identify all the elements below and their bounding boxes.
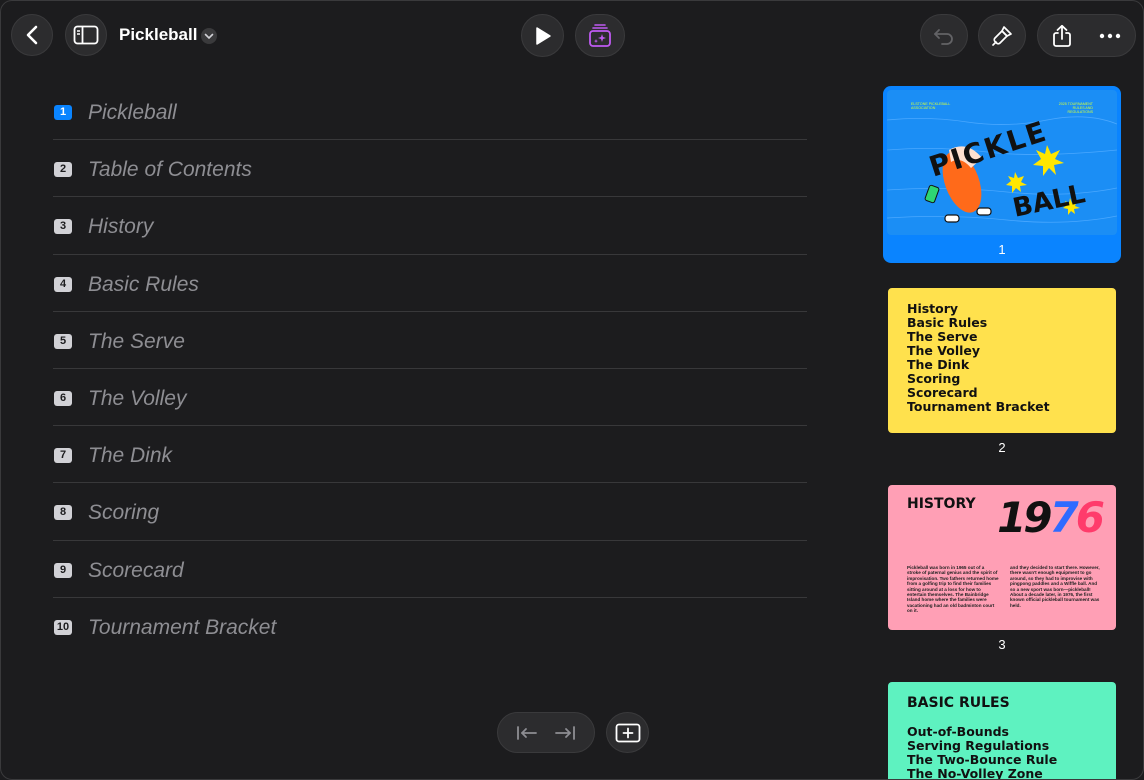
rules-line: Out-of-Bounds — [907, 724, 1009, 739]
slide-preview: HISTORY 1976 Pickleball was born in 1965… — [888, 485, 1116, 630]
slide-number-badge: 6 — [54, 390, 72, 406]
outline-row-label[interactable]: Scorecard — [88, 559, 184, 583]
rules-line: Serving Regulations — [907, 738, 1050, 753]
history-column-left: Pickleball was born in 1965 out of a str… — [907, 565, 999, 614]
year-part: 7 — [1049, 493, 1079, 542]
slide-number-badge: 5 — [54, 333, 72, 349]
rules-list: Out-of-Bounds Serving Regulations The Tw… — [907, 725, 1057, 780]
outline-row-label[interactable]: History — [88, 215, 153, 239]
toc-line: Basic Rules — [907, 315, 988, 330]
outline-row-label[interactable]: Scoring — [88, 501, 159, 525]
outline-row[interactable]: 9 Scorecard — [53, 541, 807, 598]
indent-controls — [497, 712, 595, 753]
outline-row[interactable]: 6 The Volley — [53, 369, 807, 427]
app-window: Pickleball 1 Pickleball 2 Table of Content… — [0, 0, 1144, 780]
toc-line: The Serve — [907, 329, 978, 344]
outline-row[interactable]: 1 Pickleball — [53, 83, 807, 141]
slide-preview: History Basic Rules The Serve The Volley… — [888, 288, 1116, 433]
slide-number-badge: 1 — [54, 105, 72, 120]
share-button[interactable] — [1038, 15, 1086, 56]
slide-number-badge: 2 — [54, 162, 72, 178]
rules-line: The No-Volley Zone — [907, 766, 1043, 780]
chevron-left-icon — [26, 25, 38, 45]
slide-year-text: 1976 — [997, 493, 1105, 542]
share-more-group — [1037, 14, 1136, 57]
slide-number: 1 — [998, 242, 1006, 257]
slide-number-badge: 10 — [54, 619, 72, 635]
toc-line: The Volley — [907, 343, 981, 358]
slide-thumbnail[interactable]: ELSTONE PICKLEBALL ASSOCIATION 2025 TOUR… — [883, 86, 1121, 263]
slide-number-badge: 9 — [54, 562, 72, 578]
outline-row[interactable]: 10 Tournament Bracket — [53, 598, 807, 655]
slide-number-badge: 4 — [54, 276, 72, 292]
outline-row-label[interactable]: Basic Rules — [88, 273, 199, 297]
outdent-icon[interactable] — [516, 725, 538, 741]
outline-row-label[interactable]: Tournament Bracket — [88, 616, 276, 640]
sidebar-toggle-button[interactable] — [65, 14, 107, 56]
history-column-right: and they decided to start there. However… — [1010, 565, 1100, 608]
toc-line: The Dink — [907, 357, 970, 372]
year-part: 6 — [1075, 493, 1105, 542]
outline-row-label[interactable]: Pickleball — [88, 101, 177, 125]
slide-preview: BASIC RULES Out-of-Bounds Serving Regula… — [888, 682, 1116, 780]
slide-number: 2 — [998, 440, 1006, 455]
outline-row-label[interactable]: The Serve — [88, 330, 185, 354]
undo-icon — [934, 28, 953, 45]
outline-row[interactable]: 5 The Serve — [53, 312, 807, 369]
outline-row-label[interactable]: Table of Contents — [88, 158, 252, 182]
add-slide-icon — [615, 723, 640, 742]
slide-thumbnail[interactable]: BASIC RULES Out-of-Bounds Serving Regula… — [883, 682, 1121, 780]
document-title[interactable]: Pickleball — [119, 25, 197, 45]
slide-number-badge: 8 — [54, 505, 72, 521]
toc-list: History Basic Rules The Serve The Volley… — [907, 302, 1050, 414]
slide-title-text: PICKLE — [925, 114, 1051, 183]
add-slide-button[interactable] — [606, 712, 649, 753]
outline-row[interactable]: 8 Scoring — [53, 483, 807, 541]
share-icon — [1052, 24, 1071, 47]
back-button[interactable] — [11, 14, 53, 56]
play-button[interactable] — [521, 14, 564, 57]
indent-icon[interactable] — [554, 725, 576, 741]
sidebar-icon — [73, 25, 99, 45]
outline-row[interactable]: 3 History — [53, 197, 807, 255]
toc-line: Scoring — [907, 371, 961, 386]
outline-row[interactable]: 4 Basic Rules — [53, 255, 807, 312]
outline-row-label[interactable]: The Volley — [88, 387, 186, 411]
slides-sparkle-icon — [589, 23, 611, 47]
pickleball-illustration: PICKLE BALL — [887, 114, 1117, 224]
paintbrush-icon — [992, 25, 1012, 46]
slide-thumbnail[interactable]: History Basic Rules The Serve The Volley… — [883, 288, 1121, 463]
play-icon — [535, 26, 551, 45]
toc-line: Scorecard — [907, 385, 978, 400]
slide-number-badge: 3 — [54, 219, 72, 235]
slide-thumbnail[interactable]: HISTORY 1976 Pickleball was born in 1965… — [883, 485, 1121, 660]
slide-number-badge: 7 — [54, 448, 72, 464]
more-button[interactable] — [1086, 15, 1135, 56]
ellipsis-icon — [1100, 33, 1121, 38]
format-button[interactable] — [978, 14, 1026, 57]
slide-number: 3 — [998, 637, 1006, 652]
outline-row-label[interactable]: The Dink — [88, 444, 172, 468]
outline-row[interactable]: 7 The Dink — [53, 426, 807, 484]
slide-outline: 1 Pickleball 2 Table of Contents 3 History … — [53, 83, 807, 655]
slide-title-text: HISTORY — [907, 496, 976, 512]
title-menu-chevron[interactable] — [201, 28, 217, 44]
chevron-down-icon — [204, 33, 214, 39]
rules-line: The Two-Bounce Rule — [907, 752, 1058, 767]
slide-preview: ELSTONE PICKLEBALL ASSOCIATION 2025 TOUR… — [887, 90, 1117, 235]
toc-line: Tournament Bracket — [907, 399, 1050, 414]
slide-title-text: BASIC RULES — [907, 695, 1010, 711]
undo-button[interactable] — [920, 14, 968, 57]
year-part: 19 — [997, 493, 1052, 542]
toc-line: History — [907, 301, 959, 316]
outline-row[interactable]: 2 Table of Contents — [53, 140, 807, 198]
magic-move-button[interactable] — [575, 14, 625, 57]
svg-text:BALL: BALL — [1010, 179, 1088, 224]
